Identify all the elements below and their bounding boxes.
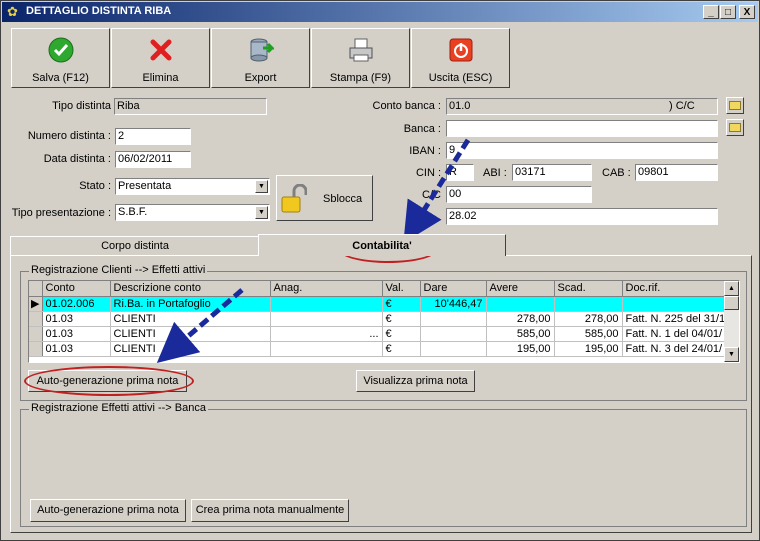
arrow-to-button bbox=[156, 288, 244, 364]
annotation-arrows bbox=[156, 138, 471, 364]
arrow-to-tab bbox=[403, 138, 471, 243]
tab-contabilita[interactable]: Contabilita' bbox=[258, 234, 506, 256]
